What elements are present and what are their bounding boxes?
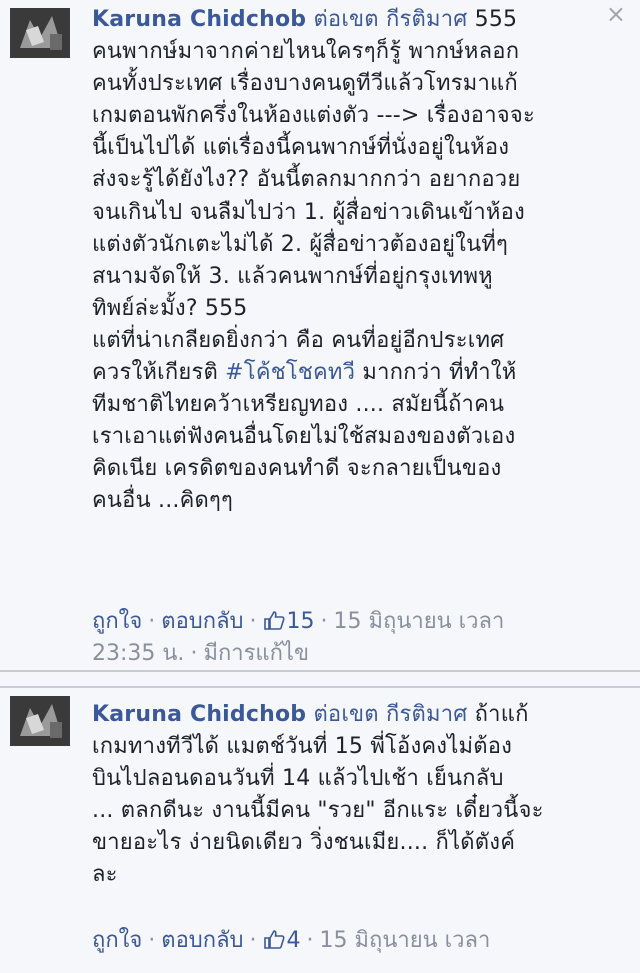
like-link[interactable]: ถูกใจ: [92, 928, 142, 953]
thumbs-up-icon: [263, 930, 285, 949]
comment-line: ขายอะไร ง่ายนิดเดียว วิ่งชนเมีย.... ก็ได…: [92, 830, 516, 856]
tagged-user-link[interactable]: กีรติมาศ: [386, 7, 467, 32]
hashtag-link[interactable]: #โค้ชโชคทวี: [225, 360, 355, 385]
separator: ·: [249, 928, 257, 953]
avatar[interactable]: [10, 696, 70, 746]
like-count: 4: [286, 928, 301, 953]
tagged-user-link[interactable]: กีรติมาศ: [386, 702, 467, 727]
thumbs-up-icon: [263, 611, 285, 630]
timestamp[interactable]: 15 มิถุนายน เวลา: [334, 609, 505, 634]
tagged-user-link[interactable]: ต่อเขต: [313, 702, 378, 727]
comment-card: × Karuna Chidchob ต่อเขต กีรติมาศ 555 คน…: [0, 0, 640, 672]
reply-link[interactable]: ตอบกลับ: [161, 609, 243, 634]
timestamp[interactable]: 23:35 น.: [92, 641, 184, 666]
tagged-user-link[interactable]: ต่อเขต: [313, 7, 378, 32]
comment-line: ทีมชาติไทยคว้าเหรียญทอง .... สมัยนี้ถ้าค…: [92, 392, 505, 418]
edited-label[interactable]: มีการแก้ไข: [203, 641, 309, 666]
comment-text-fragment: มากกว่า ที่ทำให้: [355, 360, 517, 386]
comment-line: นี้เป็นไปได้ แต่เรื่องนี้คนพากษ์ที่นั่งอ…: [92, 135, 510, 161]
comment-line: คิดเนีย เครดิตของคนทำดี จะกลายเป็นของ: [92, 456, 502, 482]
comment-actions: ถูกใจ · ตอบกลับ · 4 · 15 มิถุนายน เวลา: [92, 925, 618, 957]
separator: ·: [249, 609, 257, 634]
comment-line: สนามจัดให้ 3. แล้วคนพากษ์ที่อยู่กรุงเทพห…: [92, 263, 493, 289]
comment-line: ส่งจะรู้ได้ยังไง?? อันนี้ตลกมากกว่า อยาก…: [92, 167, 521, 193]
comment-line: แต่ที่น่าเกลียดยิ่งกว่า คือ คนที่อยู่อีก…: [92, 327, 505, 353]
separator: ·: [190, 641, 198, 667]
comment-line: แต่งตัวนักเตะไม่ได้ 2. ผู้สื่อข่าวต้องอย…: [92, 231, 509, 257]
like-link[interactable]: ถูกใจ: [92, 609, 142, 634]
comment-line: คนพากษ์มาจากค่ายไหนใครๆก็รู้ พากษ์หลอก: [92, 39, 520, 65]
comment-text-fragment: ควรให้เกียรติ: [92, 360, 226, 386]
comment-line: ทิพย์ล่ะมั้ง? 555: [92, 295, 248, 321]
comment-text: Karuna Chidchob ต่อเขต กีรติมาศ 555 คนพา…: [92, 4, 618, 518]
author-link[interactable]: Karuna Chidchob: [92, 702, 306, 727]
comment-text: Karuna Chidchob ต่อเขต กีรติมาศ ถ้าแก้ เ…: [92, 699, 618, 892]
comment-line: เกมทางทีวีได้ แมตช์วันที่ 15 พี่โอ้งคงไม…: [92, 734, 513, 760]
comment-line: ละ: [92, 862, 118, 888]
comment-line: คนอื่น ...คิดๆๆ: [92, 488, 234, 514]
avatar-image: [10, 8, 70, 58]
comment-line: เกมตอนพักครึ่งในห้องแต่งตัว ---> เรื่องอ…: [92, 103, 535, 129]
author-link[interactable]: Karuna Chidchob: [92, 7, 306, 32]
comment-line: เราเอาแต่ฟังคนอื่นโดยไม่ใช้สมองของตัวเอง: [92, 424, 516, 450]
comment-text-fragment: 555: [467, 7, 518, 32]
comment-line: ... ตลกดีนะ งานนี้มีคน "รวย" อีกแระ เดี๋…: [92, 798, 544, 824]
comment-line: จนเกินไป จนลืมไปว่า 1. ผู้สื่อข่าวเดินเข…: [92, 199, 525, 225]
comment-line: ควรให้เกียรติ #โค้ชโชคทวี มากกว่า ที่ทำใ…: [92, 357, 618, 389]
like-count: 15: [286, 609, 315, 634]
comment-line: คนทั้งประเทศ เรื่องบางคนดูทีวีแล้วโทรมาแ…: [92, 71, 518, 97]
reply-link[interactable]: ตอบกลับ: [161, 928, 243, 953]
comment-actions: ถูกใจ · ตอบกลับ · 15 · 15 มิถุนายน เวลา 23:35 …: [92, 606, 618, 670]
separator: ·: [320, 609, 328, 634]
comment-text-fragment: ถ้าแก้: [467, 702, 529, 727]
separator: ·: [148, 928, 156, 953]
separator: ·: [148, 609, 156, 634]
avatar-image: [10, 696, 70, 746]
like-count-button[interactable]: 15: [263, 609, 315, 634]
timestamp[interactable]: 15 มิถุนายน เวลา: [320, 928, 491, 953]
comment-line: บินไปลอนดอนวันที่ 14 แล้วไปเช้า เย็นกลับ: [92, 766, 504, 792]
like-count-button[interactable]: 4: [263, 928, 301, 953]
avatar[interactable]: [10, 8, 70, 58]
separator: ·: [306, 928, 314, 953]
